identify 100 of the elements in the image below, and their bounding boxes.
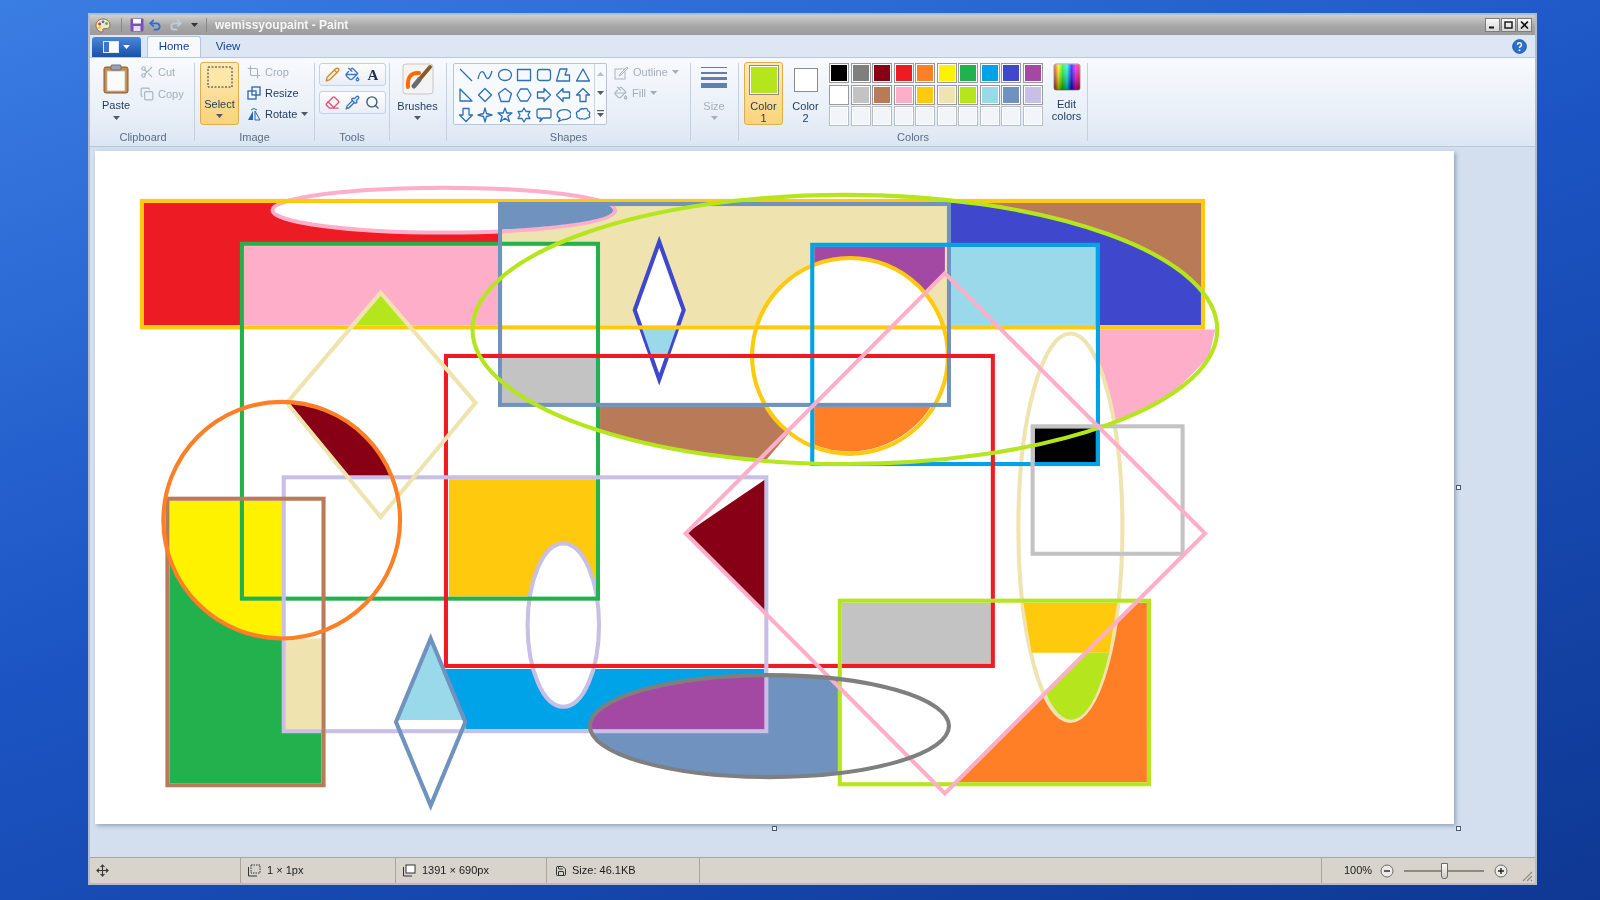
left-arrow-icon[interactable] [555,87,572,103]
color-swatch[interactable] [1022,84,1043,105]
color-swatch[interactable] [872,63,892,83]
color-swatch[interactable] [915,63,935,83]
polygon-icon[interactable] [555,67,572,83]
palette-icon[interactable] [95,17,111,33]
active-color-button[interactable]: Color 1 [744,62,783,125]
zoom-slider[interactable] [1404,862,1485,879]
oval-callout-icon[interactable] [555,107,572,123]
paste-button[interactable]: Paste [99,62,133,126]
eraser-icon[interactable] [324,95,340,110]
minimize-button[interactable] [1485,18,1500,32]
group-label: Colors [897,130,929,144]
magnifier-icon[interactable] [365,95,381,110]
rotate-button[interactable]: Rotate [245,104,311,124]
caret-icon [671,70,679,74]
color-swatch[interactable] [958,63,978,83]
color-swatch[interactable] [893,63,914,83]
diamond-icon[interactable] [477,87,494,103]
rotate-icon [247,107,261,121]
color-swatch[interactable] [915,84,935,105]
line-icon[interactable] [458,67,474,83]
line-thickness-icon [700,65,728,89]
selection-size-icon [247,864,261,877]
expand-gallery-icon[interactable] [597,109,604,117]
brushes-button[interactable]: Brushes [395,62,440,126]
resize-icon [247,86,261,100]
window-title: wemissyoupaint - Paint [215,18,349,32]
brush-icon [401,63,434,95]
canvas-size-text: 1391 × 690px [422,863,489,879]
spectrum-icon [1052,63,1081,91]
app-menu-button[interactable] [92,37,141,57]
color-swatch[interactable] [979,84,1000,105]
rectangle-icon[interactable] [516,67,533,83]
color-swatch[interactable] [1022,63,1043,83]
selection-size-text: 1 × 1px [267,863,304,879]
ribbon-tab[interactable]: Home [147,36,201,57]
resize-handle[interactable] [1456,485,1461,490]
down-arrow-icon[interactable] [458,107,474,123]
group-label: Clipboard [119,130,167,144]
zoom-percentage: 100% [1344,863,1373,879]
color-swatch[interactable] [850,84,871,105]
maximize-button[interactable] [1501,18,1516,32]
zoom-in-icon[interactable] [1494,863,1509,878]
color-swatch[interactable] [936,84,957,105]
cloud-callout-icon[interactable] [574,107,591,123]
close-icon [1520,21,1529,29]
zoom-out-icon[interactable] [1380,863,1395,878]
help-icon[interactable] [1512,38,1527,54]
caret-icon [650,91,658,95]
color-swatch[interactable] [958,84,978,105]
five-point-star-icon[interactable] [496,107,513,123]
up-arrow-icon[interactable] [574,87,591,103]
color-swatch[interactable] [829,63,849,83]
color-swatch[interactable] [850,63,871,83]
color-swatch[interactable] [1001,84,1021,105]
four-point-star-icon[interactable] [477,107,494,123]
group-label: Image [239,130,270,144]
ribbon-tab[interactable]: View [203,37,253,57]
clipboard-icon [103,64,129,94]
canvas-size-icon [402,864,416,877]
active-color-button[interactable]: Color 2 [786,62,825,125]
paint-bucket-icon[interactable] [345,67,361,82]
pentagon-icon[interactable] [496,87,513,103]
color-swatch[interactable] [936,63,957,83]
right-arrow-icon[interactable] [535,87,552,103]
slider-thumb[interactable] [1440,862,1448,879]
edit-colors-button[interactable]: Edit colors [1046,62,1087,126]
scroll-down-icon[interactable] [597,90,604,95]
resize-handle[interactable] [772,826,777,831]
triangle-icon[interactable] [574,67,591,83]
file-size-text: Size: 46.1KB [572,863,636,879]
color-swatch[interactable] [893,84,914,105]
undo-icon[interactable] [148,18,162,32]
move-icon [96,864,109,877]
color-swatch[interactable] [872,84,892,105]
resize-handle[interactable] [1456,826,1461,831]
color-swatch[interactable] [979,63,1000,83]
maximize-icon [1504,21,1513,29]
text-tool-button[interactable]: A [365,66,381,83]
select-button[interactable]: Select [200,62,239,125]
caret-icon[interactable] [191,23,198,27]
hexagon-icon[interactable] [516,87,533,103]
six-point-star-icon[interactable] [516,107,533,123]
caret-icon [216,114,223,118]
crop-icon [247,65,261,79]
eyedropper-icon[interactable] [345,95,360,110]
pencil-icon[interactable] [324,67,340,82]
color-swatch[interactable] [829,84,849,105]
caret-icon [112,116,120,120]
rounded-callout-icon[interactable] [535,107,552,123]
resize-grip-icon[interactable] [1522,871,1533,882]
scissors-icon [140,65,154,79]
paint-bucket-icon [614,86,628,100]
color-swatch[interactable] [1001,63,1021,83]
resize-button[interactable]: Resize [245,83,311,103]
group-label: Tools [339,130,365,144]
close-button[interactable] [1517,18,1532,32]
selection-rectangle-icon [205,65,234,89]
right-triangle-icon[interactable] [458,87,474,103]
